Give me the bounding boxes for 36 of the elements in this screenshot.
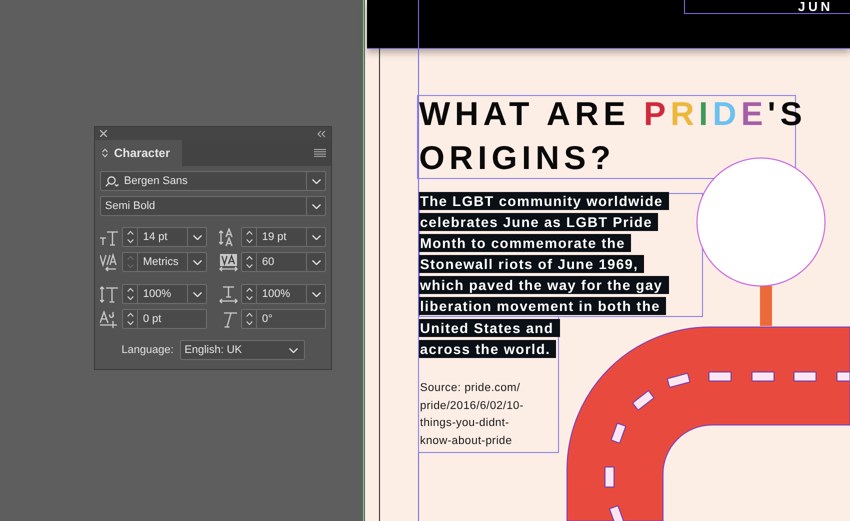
chevron-icon	[312, 234, 320, 240]
spin-field[interactable]: 100%	[122, 284, 207, 304]
close-icon[interactable]	[100, 130, 107, 137]
language-label: Language:	[122, 344, 174, 356]
horizontal-scale-icon	[219, 284, 238, 304]
font-family-dropdown[interactable]: Bergen Sans	[100, 171, 326, 191]
highlighted-paragraph: The LGBT community worldwide celebrates June as LGBT Pride Month to commemorate the Stonewall riots of June 1969, which paved the way for the gay liberation movement in both the United States and across the world.	[419, 191, 669, 360]
spin-field[interactable]: 60	[241, 252, 326, 272]
chevron-icon	[192, 292, 202, 296]
article-heading: WHAT ARE P R I D E'S ORIGINS?	[419, 94, 807, 178]
kerning-icon	[100, 252, 119, 272]
vertical-scale-icon	[100, 284, 119, 304]
menu-icon[interactable]	[314, 149, 326, 157]
banner-text: JUN	[684, 0, 850, 14]
search-icon	[105, 176, 120, 186]
spin-field[interactable]: 0°	[241, 309, 326, 329]
collapse-icon[interactable]	[317, 130, 326, 136]
spin-field[interactable]: 14 pt	[122, 227, 207, 247]
character-tab[interactable]: Character	[95, 140, 182, 166]
baseline-shift-icon	[100, 310, 119, 328]
chevron-icon	[312, 292, 320, 296]
source-note: Source: pride.com/ pride/2016/6/02/10- things-you-didnt- know-about-pride	[420, 381, 524, 448]
updown-icon	[102, 148, 108, 158]
chevron-icon	[288, 348, 298, 352]
font-style-dropdown[interactable]: Semi Bold	[100, 196, 326, 216]
stem-bar	[760, 286, 772, 326]
spin-field[interactable]: 100%	[241, 284, 326, 304]
chevron-icon	[192, 260, 202, 264]
spin-field[interactable]: 19 pt	[241, 227, 326, 247]
chevron-icon	[312, 204, 320, 208]
spin-field[interactable]: 0 pt	[122, 309, 207, 329]
chevron-icon	[312, 260, 320, 264]
chevron-icon	[312, 178, 320, 184]
language-dropdown[interactable]: English: UK	[180, 340, 304, 360]
tracking-icon	[219, 252, 238, 272]
chevron-icon	[192, 234, 202, 240]
